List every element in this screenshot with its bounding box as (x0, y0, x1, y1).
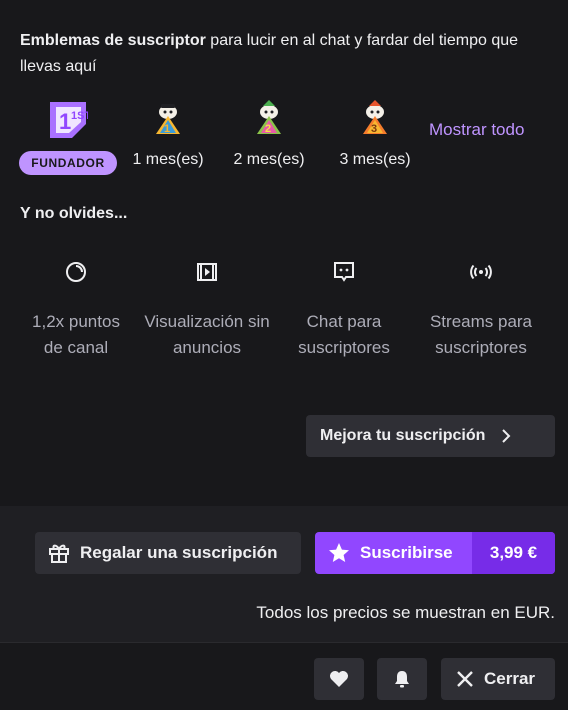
ad-free-icon (193, 258, 221, 286)
badge-month-3-label: 3 mes(es) (339, 151, 411, 168)
gift-label: Regalar una suscripción (80, 543, 278, 562)
perks-heading: Y no olvides... (20, 205, 128, 222)
perk-ad-free: Visualización sin anuncios (132, 258, 282, 361)
month-2-badge-icon: 2 (247, 98, 291, 142)
badge-month-1-label: 1 mes(es) (132, 151, 204, 168)
perk-2-line1: Visualización sin (144, 312, 270, 331)
perk-channel-points: 1,2x puntos de canal (1, 258, 151, 361)
subscribe-label: Suscribirse (360, 543, 453, 562)
close-icon (456, 670, 474, 688)
bell-icon (393, 669, 411, 689)
headline-bold: Emblemas de suscriptor (20, 32, 206, 49)
chevron-right-icon (499, 428, 513, 444)
upgrade-subscription-button[interactable]: Mejora tu suscripción (306, 415, 555, 457)
badge-number-3: 3 (371, 123, 377, 135)
founder-pill: FUNDADOR (19, 151, 117, 175)
upgrade-label: Mejora tu suscripción (320, 427, 486, 444)
badges-headline: Emblemas de suscriptor para lucir en al … (20, 28, 520, 80)
sub-chat-icon (330, 258, 358, 286)
month-3-badge-icon: 3 (353, 98, 397, 142)
star-icon (327, 541, 351, 565)
price-note: Todos los precios se muestran en EUR. (256, 603, 555, 622)
badge-month-2: 2 2 mes(es) (229, 98, 309, 169)
month-1-badge-icon: 1 (146, 98, 190, 142)
close-button[interactable]: Cerrar (441, 658, 555, 700)
gift-icon (48, 542, 70, 564)
perk-4-line2: suscriptores (435, 338, 527, 357)
channel-points-icon (62, 258, 90, 286)
subscribe-button[interactable]: Suscribirse 3,99 € (315, 532, 555, 574)
perk-3-line2: suscriptores (298, 338, 390, 357)
founder-1st-badge-icon: 1 1ST (46, 98, 90, 142)
price-tag: 3,99 € (472, 532, 555, 574)
notifications-button[interactable] (377, 658, 427, 700)
perk-4-line1: Streams para (429, 312, 533, 331)
perk-2-line2: anuncios (172, 338, 242, 357)
perk-sub-chat: Chat para suscriptores (269, 258, 419, 361)
founder-badge-text: 1ST (71, 110, 88, 122)
sub-streams-icon (467, 258, 495, 286)
perk-sub-streams: Streams para suscriptores (406, 258, 556, 361)
close-label: Cerrar (484, 669, 536, 688)
svg-text:1: 1 (59, 109, 71, 134)
perk-1-line1: 1,2x puntos (32, 312, 120, 331)
badge-month-1: 1 1 mes(es) (128, 98, 208, 169)
heart-icon (329, 670, 349, 688)
perk-3-line1: Chat para (306, 312, 382, 331)
badge-founder: 1 1ST FUNDADOR (19, 98, 117, 175)
badge-number-2: 2 (265, 123, 271, 135)
follow-button[interactable] (314, 658, 364, 700)
badge-month-2-label: 2 mes(es) (233, 151, 305, 168)
badge-number-1: 1 (164, 123, 170, 135)
perk-1-line2: de canal (43, 338, 109, 357)
badge-month-3: 3 3 mes(es) (335, 98, 415, 169)
show-all-link[interactable]: Mostrar todo (429, 120, 524, 140)
gift-subscription-button[interactable]: Regalar una suscripción (35, 532, 301, 574)
